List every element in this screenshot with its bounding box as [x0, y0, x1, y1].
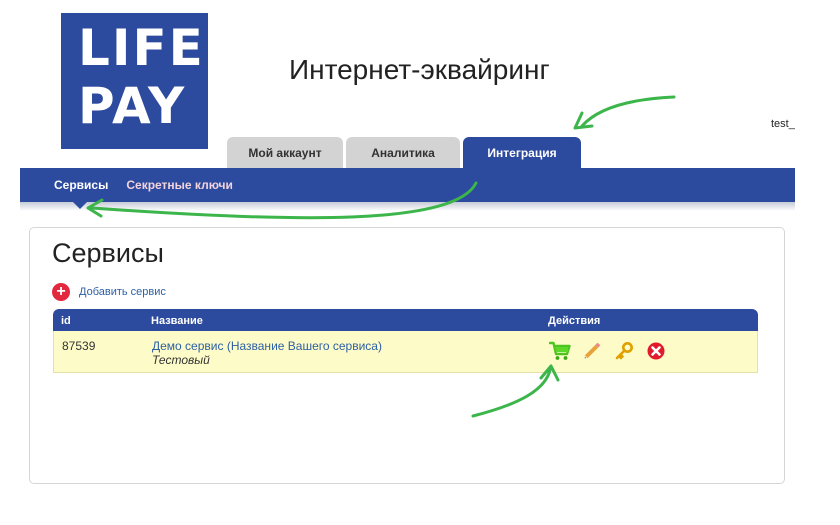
pencil-icon[interactable]	[581, 340, 603, 362]
app-title: Интернет-эквайринг	[289, 54, 550, 85]
sub-navigation: Сервисы Секретные ключи	[20, 168, 795, 202]
table-header: id Название Действия	[53, 309, 758, 331]
key-icon[interactable]	[613, 340, 635, 362]
add-service-button[interactable]: + Добавить сервис	[52, 283, 166, 301]
column-header-actions: Действия	[548, 315, 601, 327]
subnav-item-secret-keys[interactable]: Секретные ключи	[126, 178, 232, 192]
service-name-cell: Демо сервис (Название Вашего сервиса) Те…	[152, 339, 382, 367]
services-table: id Название Действия 87539 Демо сервис (…	[53, 309, 758, 373]
subnav-shadow	[20, 202, 795, 211]
cart-icon[interactable]	[549, 340, 571, 362]
subnav-item-services[interactable]: Сервисы	[54, 178, 108, 192]
column-header-name: Название	[151, 315, 203, 327]
logo-line-1: LIFE	[78, 19, 205, 77]
page-title: Сервисы	[52, 238, 164, 268]
service-name-link[interactable]: Демо сервис (Название Вашего сервиса)	[152, 339, 382, 353]
service-type: Тестовый	[152, 353, 210, 367]
user-name[interactable]: test_	[771, 118, 795, 130]
main-tabs: Мой аккаунт Аналитика Интеграция	[227, 137, 581, 168]
active-subnav-caret	[73, 202, 87, 209]
tab-analytics[interactable]: Аналитика	[346, 137, 460, 168]
row-actions	[549, 340, 667, 362]
column-header-id: id	[61, 315, 71, 327]
tab-my-account[interactable]: Мой аккаунт	[227, 137, 343, 168]
add-service-link[interactable]: Добавить сервис	[79, 286, 166, 298]
service-id: 87539	[62, 339, 96, 353]
arrow-to-integration-tab	[580, 95, 676, 128]
plus-circle-icon[interactable]: +	[52, 283, 70, 301]
tab-integration[interactable]: Интеграция	[463, 137, 581, 168]
delete-icon[interactable]	[645, 340, 667, 362]
logo-line-2: PAY	[78, 77, 187, 135]
lifepay-logo[interactable]: LIFE PAY	[61, 13, 208, 149]
table-row: 87539 Демо сервис (Название Вашего серви…	[53, 331, 758, 373]
